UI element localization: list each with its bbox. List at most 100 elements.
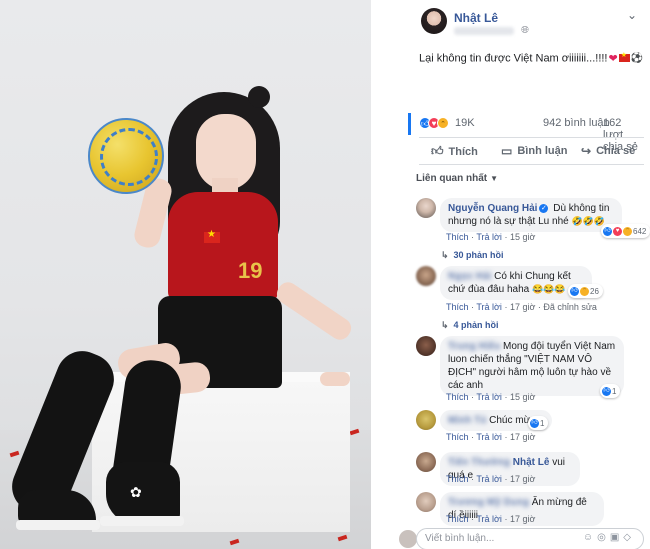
comment-meta: Thích · Trả lời · 15 giờ (446, 392, 536, 402)
current-user-avatar[interactable] (399, 530, 417, 548)
comment-like-link[interactable]: Thích (446, 302, 469, 312)
comment-meta: Thích · Trả lời · 15 giờ (446, 232, 536, 242)
post-photo[interactable]: 19 ✿ (0, 0, 371, 549)
commenter-name-blurred: Minh Tú (448, 415, 487, 426)
post-timestamp[interactable] (454, 27, 514, 35)
share-arrow-icon: ↪ (581, 144, 592, 158)
comment-time[interactable]: 17 giờ (510, 514, 535, 524)
comment-filter-dropdown[interactable]: Liên quan nhất ▼ (416, 173, 498, 184)
commenter-name-blurred: Trương Mỹ Dung (448, 497, 530, 508)
thumbs-up-icon: 👍︎ (431, 144, 444, 158)
comment-reply-link[interactable]: Trả lời (476, 432, 502, 442)
comment-filter-label: Liên quan nhất (416, 173, 488, 184)
author-name[interactable]: Nhật Lê (454, 11, 498, 25)
hair-bun (248, 86, 270, 108)
view-replies-link[interactable]: ↳ 30 phản hồi (441, 250, 504, 261)
comment-time[interactable]: 17 giờ (510, 432, 535, 442)
comment-reply-link[interactable]: Trả lời (476, 392, 502, 402)
comment-time[interactable]: 17 giờ (510, 302, 535, 312)
comment-attachment-icons[interactable]: ☺◎▣◇ (583, 532, 635, 543)
commenter-name-blurred: Tiến Thường (448, 457, 510, 468)
comment-time[interactable]: 17 giờ (510, 474, 535, 484)
post-actions: 👍︎ Thích ▭ Bình luận ↪ Chia sẻ (419, 142, 644, 160)
reply-arrow-icon: ↳ (441, 320, 449, 330)
post-options-chevron-icon[interactable]: ⌄ (627, 8, 637, 22)
comment-time[interactable]: 15 giờ (510, 232, 535, 242)
like-button[interactable]: 👍︎ Thích (431, 144, 478, 159)
comment-like-link[interactable]: Thích (446, 232, 469, 242)
commenter-avatar[interactable] (416, 452, 436, 472)
comment-button[interactable]: ▭ Bình luận (501, 144, 567, 158)
comment-reply-link[interactable]: Trả lời (476, 514, 502, 524)
commenter-avatar[interactable] (416, 266, 436, 286)
post-header: Nhật Lê 🌐︎ ⌄ (371, 0, 650, 40)
post-panel: Nhật Lê 🌐︎ ⌄ Lại không tin được Việt Nam… (371, 0, 650, 549)
comment-bubble: Trung Hiếu Mong đội tuyển Việt Nam luon … (440, 336, 624, 396)
comment-edited[interactable]: Đã chỉnh sửa (543, 302, 597, 312)
verified-badge-icon: ✓ (539, 204, 549, 213)
view-replies-link[interactable]: ↳ 4 phản hồi (441, 320, 499, 331)
comment-time[interactable]: 15 giờ (510, 392, 535, 402)
football (88, 118, 164, 194)
comment-reaction-count: 1 (540, 418, 545, 428)
like-reaction-icon: 👍︎ (530, 418, 539, 428)
author-avatar[interactable] (421, 8, 447, 34)
commenter-name-blurred: Ngọc Hải (448, 271, 492, 282)
comment-count[interactable]: 942 bình luận (543, 117, 610, 129)
commenter-avatar[interactable] (416, 198, 436, 218)
share-label: Chia sẻ (596, 145, 636, 157)
caret-down-icon: ▼ (490, 174, 499, 183)
laughing-emoji-icon: 🤣🤣🤣 (571, 216, 606, 226)
comment-like-link[interactable]: Thích (446, 474, 469, 484)
reaction-count[interactable]: 19K (455, 117, 475, 129)
haha-reaction-icon: ᵔ (623, 226, 632, 236)
reply-arrow-icon: ↳ (441, 250, 449, 260)
right-shoe (106, 462, 180, 524)
replies-count: 4 phản hồi (453, 320, 499, 330)
right-sole (100, 516, 184, 526)
comment-like-link[interactable]: Thích (446, 392, 469, 402)
commenter-avatar[interactable] (416, 410, 436, 430)
comment-meta: Thích · Trả lời · 17 giờ (446, 474, 536, 484)
like-label: Thích (448, 145, 478, 158)
comment-bubble: Nguyễn Quang Hải ✓ Dù không tin nhưng nó … (440, 198, 622, 232)
comment-reactions[interactable]: 👍︎ ᵔ 26 (568, 284, 603, 298)
comment-reactions[interactable]: 👍︎ 1 (528, 416, 549, 430)
comment-reactions[interactable]: 👍︎ 1 (600, 384, 621, 398)
write-comment-input[interactable]: Viết bình luận... ☺◎▣◇ (416, 528, 644, 549)
commenter-name[interactable]: Nguyễn Quang Hải (448, 203, 537, 214)
right-arm (273, 278, 355, 344)
commenter-avatar[interactable] (416, 336, 436, 356)
vietnam-flag-patch (204, 229, 220, 243)
comment-reactions[interactable]: 👍︎ ♥ ᵔ 642 (601, 224, 650, 238)
comment-like-link[interactable]: Thích (446, 514, 469, 524)
comment-meta: Thích · Trả lời · 17 giờ (446, 514, 536, 524)
commenter-name-blurred: Trung Hiếu (448, 341, 501, 352)
divider (419, 137, 644, 138)
left-sole (16, 520, 100, 530)
like-reaction-icon: 👍︎ (603, 226, 612, 236)
tagged-user-link[interactable]: Nhật Lê (513, 457, 550, 468)
replies-count: 30 phản hồi (453, 250, 504, 260)
comment-reaction-count: 642 (633, 226, 647, 236)
focus-indicator (408, 113, 411, 135)
comment-label: Bình luận (517, 145, 568, 157)
laughing-emoji-icon: 😂😂😂 (532, 284, 566, 294)
comment-reply-link[interactable]: Trả lời (476, 474, 502, 484)
comment-reply-link[interactable]: Trả lời (476, 302, 502, 312)
share-button[interactable]: ↪ Chia sẻ (581, 144, 635, 158)
comment-meta: Thích · Trả lời · 17 giờ (446, 432, 536, 442)
haha-reaction-icon: ᵔ (580, 286, 589, 296)
haha-reaction-icon: ᵔ (437, 117, 449, 129)
divider (419, 164, 644, 165)
comment-reply-link[interactable]: Trả lời (476, 232, 502, 242)
comment-reaction-count: 26 (590, 286, 599, 296)
write-comment-placeholder: Viết bình luận... (425, 533, 495, 544)
speech-bubble-icon: ▭ (501, 144, 513, 158)
adidas-logo-icon: ✿ (130, 484, 142, 500)
post-text: Lại không tin được Việt Nam ơiiiiiii...!… (419, 51, 643, 65)
post-stats: 👍︎ ♥ ᵔ 19K 942 bình luận 162 lượt chia s… (419, 113, 644, 153)
commenter-avatar[interactable] (416, 492, 436, 512)
comment-like-link[interactable]: Thích (446, 432, 469, 442)
red-jersey (168, 192, 278, 302)
